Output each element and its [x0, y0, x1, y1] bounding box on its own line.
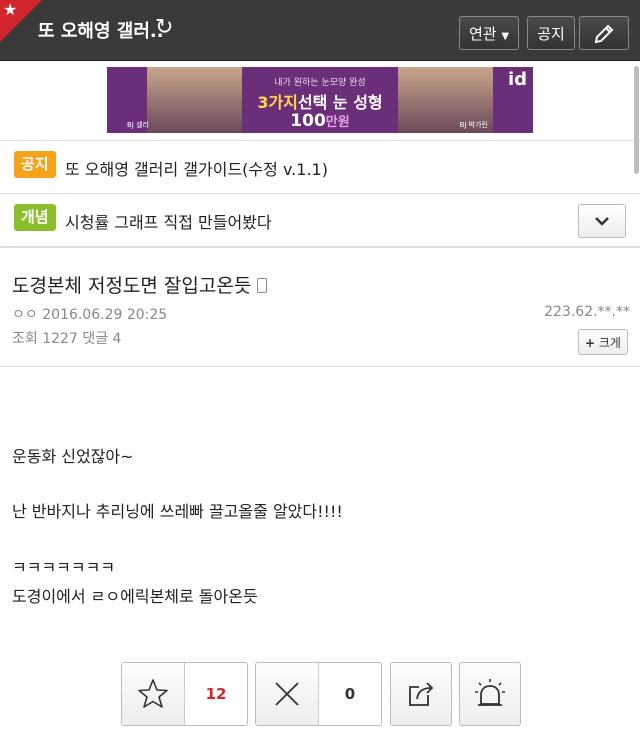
post-title-text: 도경본체 저정도면 잘입고온듯: [12, 275, 252, 297]
banner-price: 100: [290, 111, 326, 131]
dislike-count: 0: [344, 685, 356, 703]
views-count: 1227: [42, 331, 78, 347]
bigger-label: 크게: [598, 336, 621, 350]
top-bar: ★ 또 오해영 갤러.. ↻ 연관 ▼ 공지: [0, 0, 640, 61]
mobile-icon: [257, 278, 268, 293]
report-button[interactable]: [459, 662, 521, 726]
comments-label: 댓글: [82, 331, 109, 347]
post-stats: 조회 1227 댓글 4: [12, 328, 121, 348]
banner-line2-main: 선택 눈 성형: [297, 93, 383, 112]
banner-line2: 3가지선택 눈 성형: [107, 89, 533, 113]
divider: [0, 366, 640, 367]
banner-line2-prefix: 3가지: [257, 93, 298, 112]
post-title: 도경본체 저정도면 잘입고온듯: [12, 271, 268, 298]
recommend-button[interactable]: [122, 663, 185, 725]
plus-icon: +: [585, 336, 596, 350]
dislike-button[interactable]: [256, 663, 319, 725]
banner-tag-right: BJ 박가린: [459, 121, 488, 129]
related-label: 연관: [468, 25, 497, 43]
share-button[interactable]: [390, 662, 452, 726]
banner-logo: id: [507, 69, 527, 90]
post-ip: 223.62.**.**: [544, 304, 630, 320]
write-button[interactable]: [579, 16, 629, 50]
banner-tag-left: BJ 셀리: [127, 121, 149, 129]
body-line: ㅋㅋㅋㅋㅋㅋㅋ: [12, 558, 116, 577]
notice-badge: 공지: [14, 151, 56, 178]
pencil-icon: [594, 24, 614, 44]
gallery-title[interactable]: 또 오해영 갤러..: [38, 17, 164, 43]
star-icon[interactable]: ★: [3, 2, 17, 18]
bigger-text-button[interactable]: + 크게: [578, 329, 628, 355]
scrollbar[interactable]: [634, 66, 639, 174]
ad-banner[interactable]: 내가 원하는 눈모양 완성 3가지선택 눈 성형 100만원 id BJ 셀리 …: [107, 67, 533, 133]
views-label: 조회: [12, 331, 38, 347]
notice-button[interactable]: 공지: [527, 16, 575, 50]
concept-row[interactable]: 개념 시청률 그래프 직접 만들어봤다: [0, 194, 640, 248]
x-icon: [275, 682, 299, 706]
chevron-down-icon: [595, 217, 609, 226]
caret-down-icon: ▼: [501, 31, 510, 42]
body-line: 운동화 신었잖아~: [12, 447, 134, 466]
body-line: 난 반바지나 추리닝에 쓰레빠 끌고올줄 알았다!!!!: [12, 502, 343, 521]
siren-icon: [475, 679, 505, 706]
related-button[interactable]: 연관 ▼: [459, 16, 519, 50]
concept-badge: 개념: [14, 204, 56, 231]
dislike-group: 0: [255, 662, 382, 726]
share-icon: [409, 682, 434, 706]
body-line: 도경이에서 ㄹㅇ에릭본체로 돌아온듯: [12, 587, 258, 606]
notice-row[interactable]: 공지 또 오해영 갤러리 갤가이드(수정 v.1.1): [0, 141, 640, 194]
expand-button[interactable]: [578, 204, 626, 238]
post-author-date: ㅇㅇ 2016.06.29 20:25: [12, 304, 167, 324]
refresh-icon[interactable]: ↻: [155, 15, 173, 40]
recommend-group: 12: [121, 662, 248, 726]
banner-line1: 내가 원하는 눈모양 완성: [274, 78, 366, 88]
comments-count: 4: [112, 331, 122, 347]
recommend-count: 12: [205, 685, 227, 703]
star-outline-icon: [138, 679, 168, 708]
notice-text[interactable]: 또 오해영 갤러리 갤가이드(수정 v.1.1): [65, 156, 328, 180]
post-date: 2016.06.29 20:25: [42, 307, 168, 323]
concept-text[interactable]: 시청률 그래프 직접 만들어봤다: [65, 209, 272, 233]
banner-price-unit: 만원: [325, 115, 350, 130]
post-author[interactable]: ㅇㅇ: [12, 307, 38, 323]
